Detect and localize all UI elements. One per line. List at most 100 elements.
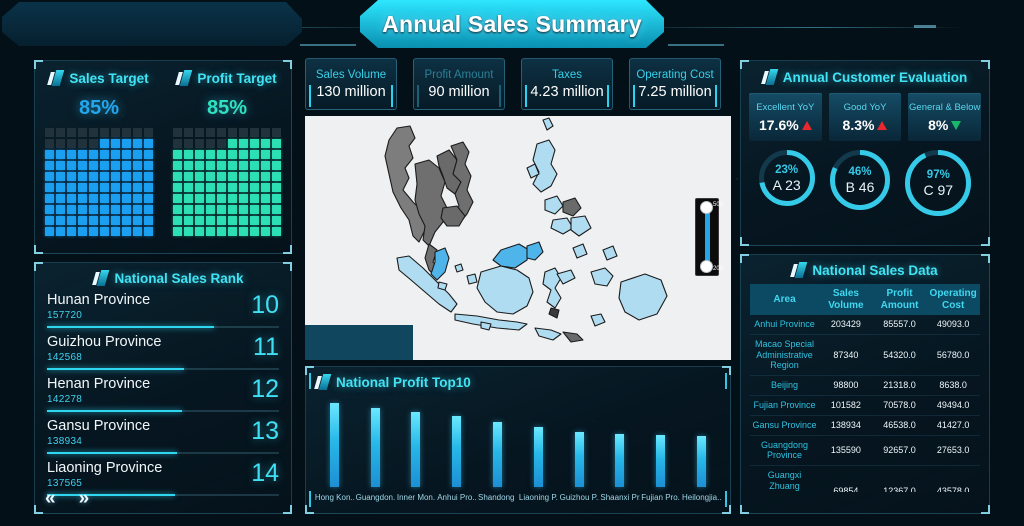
waffle-charts <box>35 128 291 236</box>
table-cell-value: 69854 <box>819 465 873 492</box>
map-range-slider[interactable]: 500 200 <box>695 198 723 276</box>
slider-knob-min[interactable] <box>700 260 713 273</box>
evaluation-card[interactable]: Excellent YoY 17.6% <box>749 93 822 141</box>
waffle-cell <box>111 183 120 192</box>
donut-gauge[interactable]: 97% C 97 <box>904 149 972 217</box>
bar-column[interactable] <box>411 403 421 487</box>
chart-edge-accent <box>725 491 727 507</box>
corner-accent <box>34 245 43 254</box>
table-row[interactable]: Macao Special Administrative Region 87340… <box>750 334 980 377</box>
kpi-card-taxes[interactable]: Taxes 4.23 million <box>521 58 613 110</box>
bar-x-label: Shandong . <box>478 492 518 502</box>
bar-column[interactable] <box>697 403 707 487</box>
waffle-cell <box>206 139 215 148</box>
rank-row[interactable]: Henan Province 142278 12 <box>47 375 279 417</box>
bar-column[interactable] <box>574 403 584 487</box>
waffle-cell <box>239 128 248 137</box>
rank-position: 10 <box>251 291 279 319</box>
waffle-cell <box>56 139 65 148</box>
rank-bar-fill <box>47 368 184 370</box>
diamond-marker-icon <box>175 70 193 86</box>
rank-row[interactable]: Gansu Province 138934 13 <box>47 417 279 459</box>
table-column-header[interactable]: Profit Amount <box>872 284 927 315</box>
bar-column[interactable] <box>452 403 462 487</box>
table-cell-value: 43578.0 <box>926 465 980 492</box>
diamond-marker-icon <box>92 270 110 286</box>
waffle-cell <box>111 216 120 225</box>
sales-data-table-scroll[interactable]: Area Sales Volume Profit Amount Operating C… <box>741 278 989 492</box>
table-row[interactable]: Guangxi Zhuang Autonomous Region69854123… <box>750 465 980 492</box>
waffle-cell <box>228 161 237 170</box>
corner-accent <box>981 60 990 69</box>
bar <box>452 415 462 487</box>
rank-row[interactable]: Guizhou Province 142568 11 <box>47 333 279 375</box>
evaluation-card-value: 8% <box>928 117 949 133</box>
donut-gauge[interactable]: 23% A 23 <box>758 149 816 207</box>
donut-percent: 23% <box>775 163 799 176</box>
kpi-card-operating-cost[interactable]: Operating Cost 7.25 million <box>629 58 721 110</box>
waffle-cell <box>217 128 226 137</box>
kpi-value: 90 million <box>428 83 490 100</box>
table-row[interactable]: Gansu Province 138934 46538.0 41427.0 <box>750 415 980 436</box>
evaluation-card[interactable]: Good YoY 8.3% <box>828 93 902 141</box>
waffle-cell <box>173 194 182 203</box>
waffle-cell <box>45 161 54 170</box>
rank-next-button[interactable]: » <box>79 488 89 510</box>
bar-column[interactable] <box>533 403 543 487</box>
waffle-cell <box>250 205 259 214</box>
waffle-cell <box>184 150 193 159</box>
table-cell-area: Guangxi Zhuang Autonomous Region <box>750 465 820 492</box>
diamond-marker-icon <box>760 69 779 85</box>
bar-column[interactable] <box>615 403 625 487</box>
trend-up-icon <box>877 120 888 130</box>
waffle-cell <box>144 216 153 225</box>
waffle-cell <box>67 205 76 214</box>
waffle-cell <box>100 150 109 159</box>
rank-pagination[interactable]: « » <box>45 488 89 510</box>
table-cell-value: 54320.0 <box>872 334 927 377</box>
table-cell-value: 203429 <box>819 315 873 335</box>
table-header-row: Area Sales Volume Profit Amount Operating C… <box>750 284 980 315</box>
kpi-label: Profit Amount <box>424 68 494 81</box>
waffle-cell <box>122 205 131 214</box>
waffle-cell <box>261 183 270 192</box>
rank-row[interactable]: Hunan Province 157720 10 <box>47 291 279 333</box>
table-column-header[interactable]: Sales Volume <box>819 284 873 315</box>
waffle-cell <box>184 183 193 192</box>
bar-column[interactable] <box>329 403 339 487</box>
southeast-asia-choropleth-map[interactable]: 500 200 <box>305 116 731 360</box>
waffle-cell <box>133 194 142 203</box>
bar-column[interactable] <box>493 403 503 487</box>
bar-column[interactable] <box>656 403 666 487</box>
donut-gauge[interactable]: 46% B 46 <box>829 149 891 211</box>
slider-knob-max[interactable] <box>700 201 713 214</box>
kpi-card-profit-amount[interactable]: Profit Amount 90 million <box>413 58 505 110</box>
waffle-cell <box>100 128 109 137</box>
waffle-cell <box>173 227 182 236</box>
waffle-cell <box>173 128 182 137</box>
table-column-header[interactable]: Operating Cost <box>926 284 980 315</box>
bar-column[interactable] <box>370 403 380 487</box>
waffle-cell <box>250 172 259 181</box>
national-sales-data-panel: National Sales Data Area Sales Volume Prof… <box>740 254 990 514</box>
corner-accent <box>34 505 43 514</box>
table-row[interactable]: Anhui Province 203429 85557.0 49093.0 <box>750 315 980 335</box>
table-row[interactable]: Beijing 98800 21318.0 8638.0 <box>750 375 980 396</box>
diamond-marker-icon <box>314 374 332 390</box>
waffle-cell <box>133 139 142 148</box>
waffle-cell <box>228 139 237 148</box>
waffle-cell <box>261 128 270 137</box>
waffle-cell <box>56 194 65 203</box>
rank-prev-button[interactable]: « <box>45 488 55 510</box>
table-row[interactable]: Guangdong Province 135590 92657.0 27653.0 <box>750 435 980 467</box>
table-row[interactable]: Fujian Province 101582 70578.0 49494.0 <box>750 395 980 416</box>
waffle-cell <box>261 216 270 225</box>
waffle-cell <box>100 183 109 192</box>
waffle-cell <box>195 172 204 181</box>
rank-bar-fill <box>47 452 177 454</box>
kpi-card-sales-volume[interactable]: Sales Volume 130 million <box>305 58 397 110</box>
table-column-header[interactable]: Area <box>750 284 820 315</box>
waffle-cell <box>144 183 153 192</box>
evaluation-card[interactable]: General & Below 8% <box>908 93 982 141</box>
waffle-cell <box>67 227 76 236</box>
